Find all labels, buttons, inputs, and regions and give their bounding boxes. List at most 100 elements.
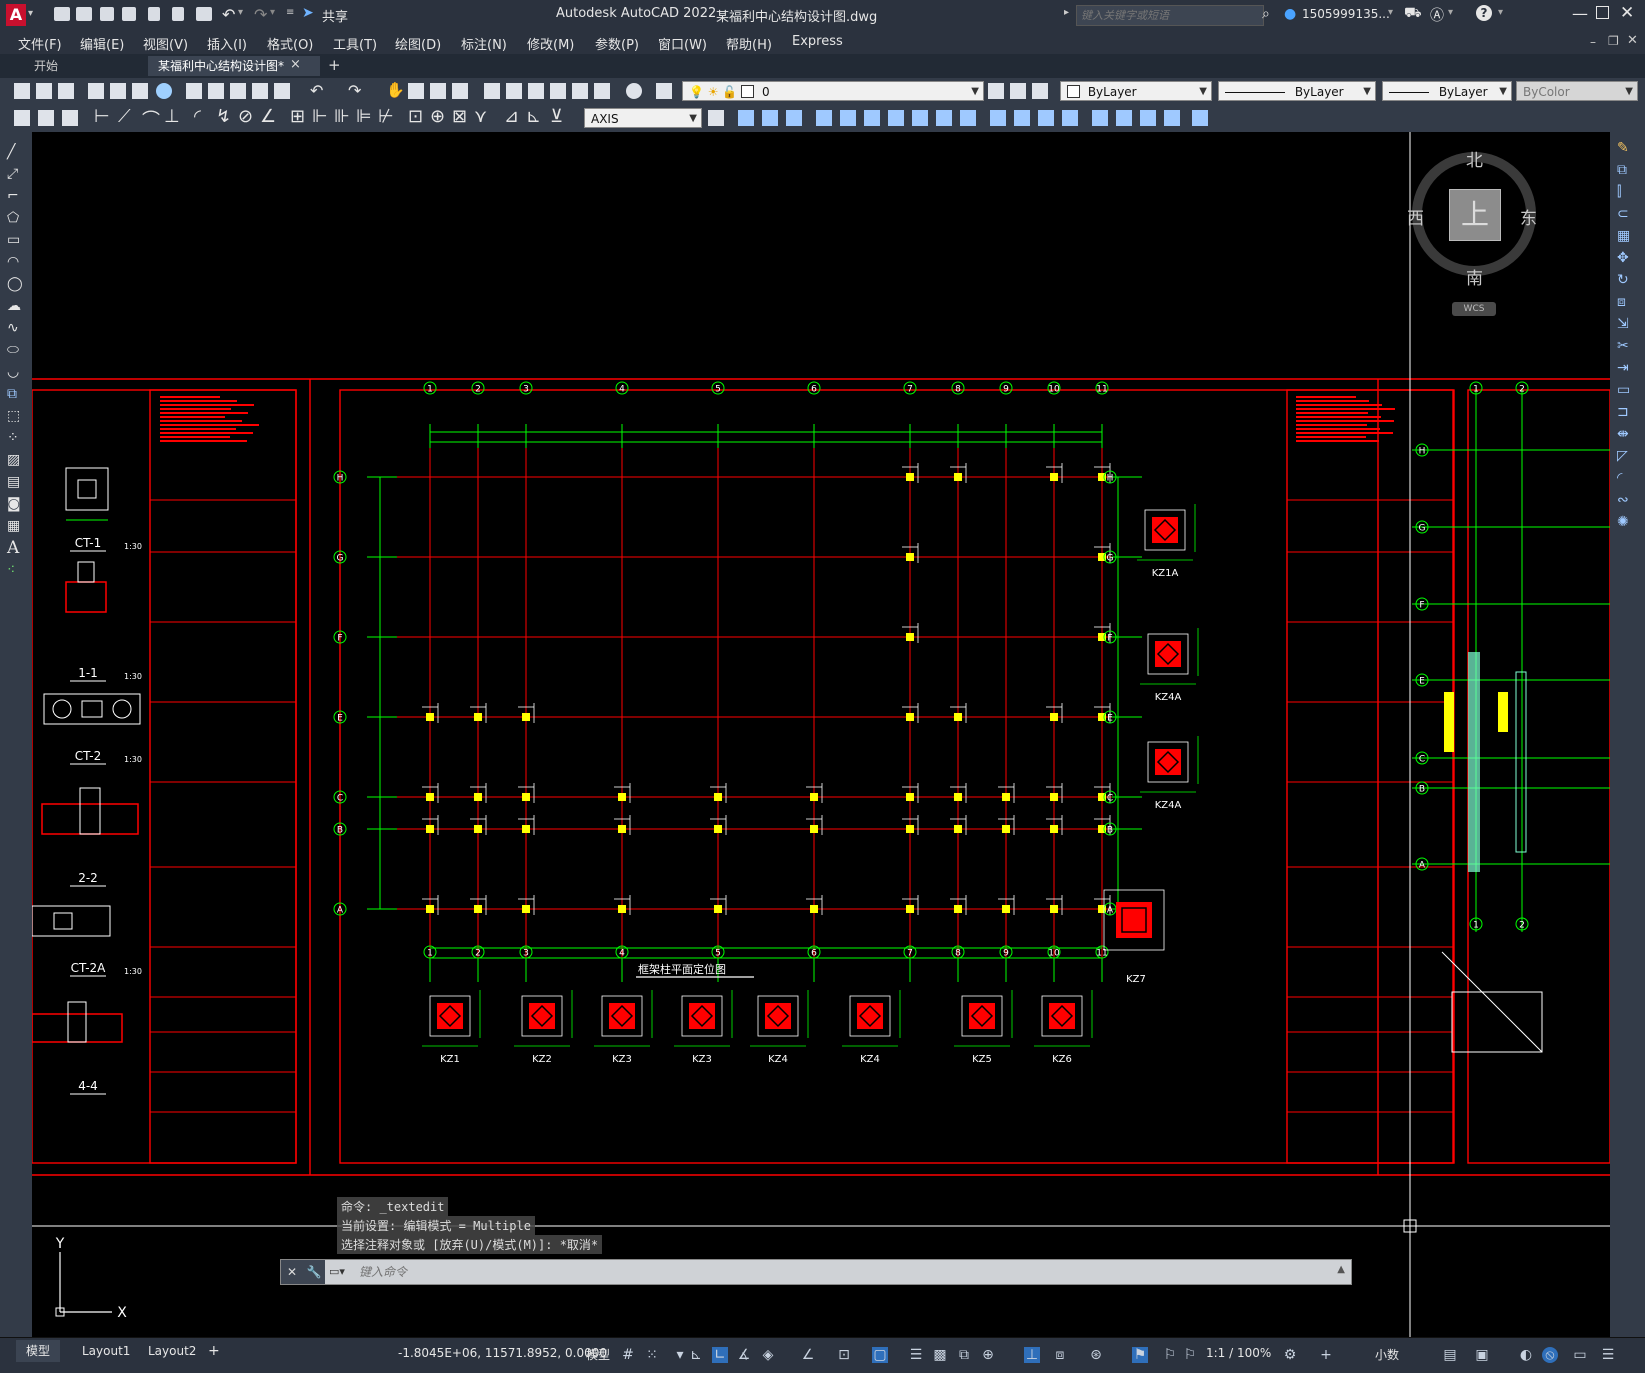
hardware-acceleration-icon[interactable]: ⦸ xyxy=(1542,1347,1558,1363)
revcloud-icon[interactable]: ☁ xyxy=(7,298,25,314)
object-snap-tracking-icon[interactable]: ∠ xyxy=(800,1347,816,1363)
make-block-icon[interactable]: ⬚ xyxy=(7,408,25,424)
toolbar-undo-icon[interactable]: ↶ xyxy=(310,81,323,100)
dim-break-icon[interactable]: ⊬ xyxy=(378,106,394,127)
linear-dim-icon[interactable] xyxy=(14,110,30,126)
scale-icon[interactable] xyxy=(888,110,904,126)
dim-diameter-icon[interactable]: ⊘ xyxy=(238,106,253,127)
viewcube-north[interactable]: 北 xyxy=(1466,146,1483,171)
tab-layout2[interactable]: Layout2 xyxy=(140,1340,204,1362)
open-icon[interactable] xyxy=(36,83,52,99)
point-icon[interactable]: ⁘ xyxy=(7,430,25,446)
right-rotate-icon[interactable]: ↻ xyxy=(1617,272,1635,288)
zoom-previous-icon[interactable] xyxy=(452,83,468,99)
3d-osnap-icon[interactable]: ⊕ xyxy=(980,1347,996,1363)
viewcube-top-face[interactable]: 上 xyxy=(1449,189,1501,241)
hatch-icon[interactable]: ▨ xyxy=(7,452,25,468)
mirror-icon[interactable] xyxy=(762,110,778,126)
auto-scale-icon[interactable]: ⚐ xyxy=(1162,1347,1178,1363)
right-join-icon[interactable]: ⇼ xyxy=(1617,426,1635,442)
a360-dropdown-icon[interactable]: ▾ xyxy=(1448,7,1453,18)
model-space-button[interactable]: 模型 xyxy=(586,1346,610,1363)
array-icon[interactable] xyxy=(816,110,832,126)
dimstyle-icon[interactable] xyxy=(708,110,724,126)
minimize-icon[interactable]: — xyxy=(1572,4,1588,23)
tool-palettes-icon[interactable] xyxy=(528,83,544,99)
infer-constraints-icon[interactable]: ⊾ xyxy=(688,1347,704,1363)
menu-file[interactable]: 文件(F) xyxy=(18,34,62,53)
region-icon[interactable]: ◙ xyxy=(7,496,25,512)
search-icon[interactable]: ⌕ xyxy=(1262,6,1270,22)
dim-update-icon[interactable]: ⊻ xyxy=(550,106,563,127)
3d-dwf-icon[interactable] xyxy=(156,83,172,99)
viewcube-east[interactable]: 东 xyxy=(1520,204,1537,229)
right-stretch-icon[interactable]: ⇲ xyxy=(1617,316,1635,332)
draworder-icon[interactable] xyxy=(1192,110,1208,126)
right-fillet-icon[interactable]: ◜ xyxy=(1617,470,1635,486)
units-value[interactable]: 小数 xyxy=(1375,1346,1399,1363)
save-icon[interactable] xyxy=(100,7,114,21)
right-explode-icon[interactable]: ✺ xyxy=(1617,514,1635,530)
layer-state-icon[interactable] xyxy=(1032,83,1048,99)
right-extend-icon[interactable]: ⇥ xyxy=(1617,360,1635,376)
plot-preview-icon[interactable] xyxy=(110,83,126,99)
zoom-realtime-icon[interactable] xyxy=(408,83,424,99)
align-icon[interactable] xyxy=(1116,110,1132,126)
arc-icon[interactable]: ◠ xyxy=(7,254,25,270)
viewcube-south[interactable]: 南 xyxy=(1466,264,1483,289)
markup-icon[interactable] xyxy=(572,83,588,99)
menu-draw[interactable]: 绘图(D) xyxy=(395,34,441,53)
design-center-icon[interactable] xyxy=(506,83,522,99)
insert-block-icon[interactable]: ⧉ xyxy=(7,386,25,402)
app-menu-dropdown-icon[interactable]: ▾ xyxy=(28,8,33,19)
annotation-scale-value[interactable]: 1:1 / 100% xyxy=(1206,1346,1271,1360)
qnew-icon[interactable] xyxy=(14,83,30,99)
stretch-icon[interactable] xyxy=(912,110,928,126)
selection-filter-icon[interactable]: ⧈ xyxy=(1052,1347,1068,1363)
sheet-set-icon[interactable] xyxy=(550,83,566,99)
dynamic-ucs-icon[interactable]: ⊥ xyxy=(1024,1347,1040,1363)
search-input[interactable] xyxy=(1076,5,1264,26)
right-scale-icon[interactable]: ⧈ xyxy=(1617,294,1635,310)
cart-icon[interactable]: ⛟ xyxy=(1404,5,1422,23)
right-copy-icon[interactable]: ⧉ xyxy=(1617,162,1635,178)
command-input[interactable] xyxy=(357,1262,1321,1282)
tolerance-icon[interactable]: ⊡ xyxy=(408,106,423,127)
customization-icon[interactable]: ☰ xyxy=(1600,1347,1616,1363)
polyline-icon[interactable]: ⌐ xyxy=(7,188,25,204)
menu-view[interactable]: 视图(V) xyxy=(143,34,188,53)
viewcube-west[interactable]: 西 xyxy=(1407,204,1424,229)
toolbar-help-icon[interactable] xyxy=(626,83,642,99)
aligned-dim-icon[interactable] xyxy=(38,110,54,126)
tab-start[interactable]: 开始 xyxy=(24,56,68,76)
dim-arc-icon[interactable]: ⌒ xyxy=(142,106,160,132)
offset-icon[interactable] xyxy=(786,110,802,126)
lengthen-icon[interactable] xyxy=(1140,110,1156,126)
layer-properties-icon[interactable] xyxy=(656,83,672,99)
command-history-toggle-icon[interactable]: ▲ xyxy=(1337,1264,1345,1275)
fillet-icon[interactable] xyxy=(1062,110,1078,126)
save-toolbar-icon[interactable] xyxy=(58,83,74,99)
paste-icon[interactable] xyxy=(230,83,246,99)
object-snap-icon[interactable]: ⊡ xyxy=(836,1347,852,1363)
model-space-canvas[interactable]: CT-1 1:30 1-1 1:30 CT-2 1:30 2-2 CT-2A 1:30 4-4 1… xyxy=(32,132,1610,1337)
help-dropdown-icon[interactable]: ▾ xyxy=(1498,7,1503,18)
user-name[interactable]: 1505999135... xyxy=(1302,7,1390,21)
pan-icon[interactable]: ✋ xyxy=(386,81,405,99)
menu-edit[interactable]: 编辑(E) xyxy=(80,34,124,53)
2d-osnap-icon[interactable]: ▢ xyxy=(872,1347,888,1363)
ortho-icon[interactable]: ∟ xyxy=(712,1347,728,1363)
dim-aligned-icon[interactable]: ⟋ xyxy=(118,106,131,127)
isolate-objects-icon[interactable]: ◐ xyxy=(1518,1347,1534,1363)
construction-line-icon[interactable]: ⤢ xyxy=(7,166,25,182)
grid-icon[interactable]: # xyxy=(620,1347,636,1363)
tab-layout1[interactable]: Layout1 xyxy=(74,1340,138,1362)
ellipse-icon[interactable]: ⬭ xyxy=(7,342,25,358)
block-editor-icon[interactable] xyxy=(274,83,290,99)
customize-qat-icon[interactable]: ≡ xyxy=(286,7,294,18)
annotation-visibility-icon[interactable]: ⚑ xyxy=(1132,1347,1148,1363)
blend-icon[interactable] xyxy=(1164,110,1180,126)
user-icon[interactable]: ● xyxy=(1284,6,1296,22)
ellipse-arc-icon[interactable]: ◡ xyxy=(7,364,25,380)
toolbar-redo-icon[interactable]: ↷ xyxy=(348,81,361,100)
